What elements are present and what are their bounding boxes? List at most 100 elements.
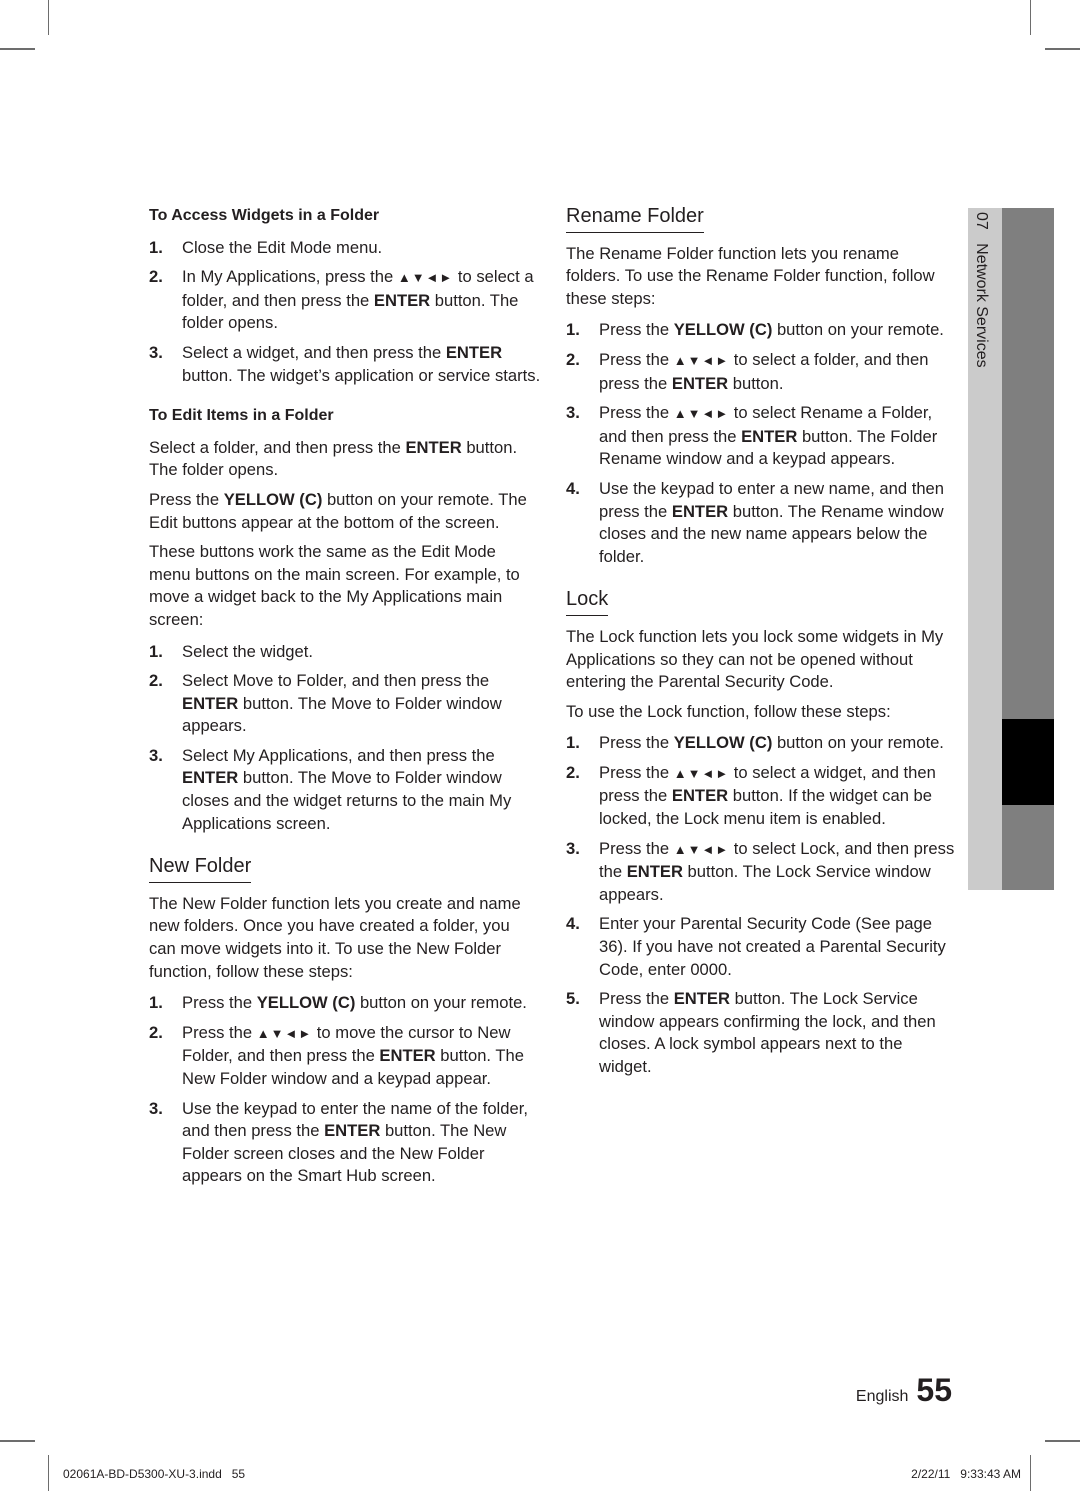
step-number: 1.	[566, 320, 580, 340]
section-rename-folder: Rename Folder The Rename Folder function…	[566, 205, 956, 568]
arrow-buttons-icon: ▲▼◄►	[673, 765, 730, 781]
bold-term: ENTER	[182, 693, 239, 713]
heading-lock: Lock	[566, 588, 609, 616]
step-number: 2.	[149, 671, 163, 691]
bold-term: ENTER	[671, 501, 729, 521]
step-number: 5.	[566, 989, 580, 1009]
paragraph: To use the Lock function, follow these s…	[566, 701, 956, 724]
text-run: Press the	[182, 1022, 257, 1042]
text-run: Select a widget, and then press the	[182, 342, 446, 362]
step-item: 2. Press the ▲▼◄► to select a widget, and…	[566, 762, 956, 831]
section-lock: Lock The Lock function lets you lock som…	[566, 588, 956, 1078]
step-item: 1. Select the widget.	[149, 641, 541, 664]
step-item: 3. Press the ▲▼◄► to select Rename a Fold…	[566, 402, 956, 471]
section-access-widgets: To Access Widgets in a Folder 1. Close th…	[149, 205, 541, 387]
paragraph: Select a folder, and then press the ENTE…	[149, 437, 541, 482]
paragraph: The Rename Folder function lets you rena…	[566, 243, 956, 311]
bold-term: ENTER	[373, 290, 431, 310]
arrow-buttons-icon: ▲▼◄►	[256, 1025, 313, 1041]
bold-term: YELLOW (C)	[256, 993, 356, 1013]
arrow-buttons-icon: ▲▼◄►	[397, 270, 454, 286]
chapter-label: 07 Network Services	[973, 212, 990, 368]
paragraph: The New Folder function lets you create …	[149, 893, 541, 983]
step-number: 2.	[149, 267, 163, 287]
step-number: 2.	[566, 762, 580, 782]
text-run: Select My Applications, and then press t…	[182, 745, 495, 765]
step-number: 4.	[566, 914, 580, 934]
paragraph: Press the YELLOW (C) button on your remo…	[149, 489, 541, 534]
step-item: 3. Press the ▲▼◄► to select Lock, and the…	[566, 838, 956, 907]
bold-term: YELLOW (C)	[673, 320, 773, 340]
step-number: 3.	[149, 342, 163, 362]
text-run: The New Folder function lets you create …	[149, 893, 521, 981]
crop-mark-top-right-v	[1030, 0, 1031, 35]
text-run: The Lock function lets you lock some wid…	[566, 626, 944, 692]
left-column: To Access Widgets in a Folder 1. Close th…	[149, 205, 541, 1208]
bold-term: ENTER	[405, 437, 462, 457]
step-item: 1. Close the Edit Mode menu.	[149, 237, 541, 260]
paragraphs: The Rename Folder function lets you rena…	[566, 243, 956, 311]
step-number: 3.	[149, 745, 163, 765]
text-run: Press the	[599, 733, 674, 753]
page-number: 55	[916, 1372, 952, 1408]
arrow-buttons-icon: ▲▼◄►	[673, 406, 730, 422]
crop-mark-top-right-h	[1045, 48, 1080, 50]
paragraphs: The Lock function lets you lock some wid…	[566, 626, 956, 723]
step-item: 4. Use the keypad to enter a new name, an…	[566, 478, 956, 568]
text-run: To use the Lock function, follow these s…	[566, 701, 891, 721]
paragraph: The Lock function lets you lock some wid…	[566, 626, 956, 694]
steps-list: 1. Close the Edit Mode menu. 2. In My Appli…	[149, 237, 541, 388]
step-number: 1.	[566, 733, 580, 753]
step-item: 2. In My Applications, press the ▲▼◄► to …	[149, 266, 541, 335]
slug-file-name: 02061A-BD-D5300-XU-3.indd 55	[63, 1467, 246, 1481]
subheading-edit-items: To Edit Items in a Folder	[149, 407, 334, 425]
bold-term: ENTER	[182, 768, 239, 788]
step-item: 1. Press the YELLOW (C) button on your re…	[149, 992, 541, 1015]
text-run: Select the widget.	[182, 641, 313, 661]
step-number: 3.	[566, 838, 580, 858]
step-item: 2. Press the ▲▼◄► to move the cursor to N…	[149, 1022, 541, 1091]
step-item: 3. Use the keypad to enter the name of th…	[149, 1098, 541, 1188]
bold-term: ENTER	[445, 342, 503, 362]
step-number: 3.	[149, 1098, 163, 1118]
steps-list: 1. Press the YELLOW (C) button on your re…	[566, 319, 956, 568]
text-run: Select Move to Folder, and then press th…	[182, 671, 490, 691]
crop-mark-bottom-right-h	[1045, 1440, 1080, 1442]
text-run: Close the Edit Mode menu.	[182, 237, 383, 257]
step-number: 2.	[566, 349, 580, 369]
text-run: Press the	[149, 489, 224, 509]
arrow-buttons-icon: ▲▼◄►	[673, 841, 730, 857]
heading-rename-folder: Rename Folder	[566, 205, 704, 233]
bold-term: ENTER	[673, 989, 730, 1009]
step-item: 2. Press the ▲▼◄► to select a folder, and…	[566, 349, 956, 395]
text-run: Press the	[599, 838, 674, 858]
bold-term: YELLOW (C)	[223, 489, 323, 509]
subheading-access-widgets: To Access Widgets in a Folder	[149, 207, 380, 224]
text-run: Press the	[599, 762, 674, 782]
bold-term: ENTER	[324, 1121, 381, 1141]
section-edit-items: To Edit Items in a Folder Select a folde…	[149, 405, 541, 835]
step-item: 5. Press the ENTER button. The Lock Servi…	[566, 988, 956, 1078]
steps-list: 1. Press the YELLOW (C) button on your re…	[566, 732, 956, 1078]
step-number: 4.	[566, 478, 580, 498]
bold-term: ENTER	[741, 426, 798, 446]
text-run: Select a folder, and then press the	[149, 437, 406, 457]
step-number: 1.	[149, 641, 163, 661]
bold-term: ENTER	[379, 1046, 436, 1066]
text-run: Press the	[599, 349, 674, 369]
text-run: Press the	[599, 403, 674, 423]
text-run: Press the	[182, 993, 257, 1013]
step-item: 3. Select My Applications, and then press…	[149, 745, 541, 835]
steps-list: 1. Select the widget. 2. Select Move to Fol…	[149, 641, 541, 836]
text-run: button on your remote.	[772, 733, 944, 753]
crop-mark-bottom-right-v	[1030, 1455, 1031, 1491]
bold-term: ENTER	[626, 862, 683, 882]
step-number: 1.	[149, 993, 163, 1013]
language-label: English	[855, 1388, 909, 1405]
text-run: Enter your Parental Security Code (See p…	[599, 914, 946, 979]
text-run: button on your remote.	[355, 993, 527, 1013]
crop-mark-top-left-v	[48, 0, 49, 35]
section-new-folder: New Folder The New Folder function lets …	[149, 855, 541, 1188]
bold-term: ENTER	[671, 373, 729, 393]
step-item: 3. Select a widget, and then press the EN…	[149, 342, 541, 387]
